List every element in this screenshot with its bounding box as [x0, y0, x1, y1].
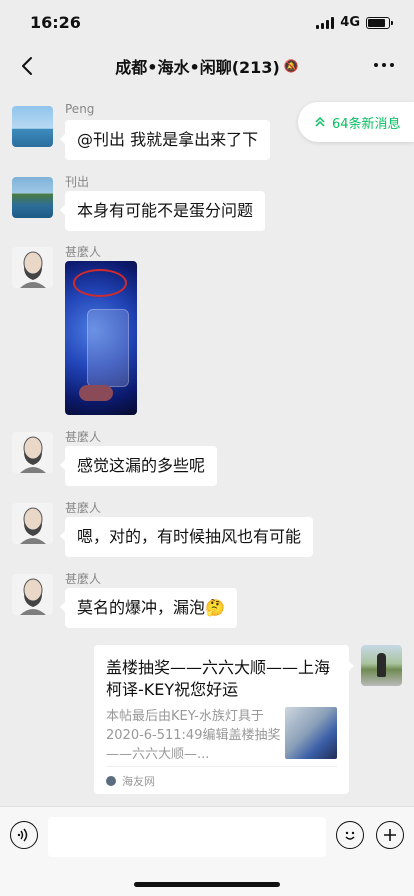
status-time: 16:26: [30, 13, 81, 32]
message-input[interactable]: [48, 817, 326, 857]
chat-title: 成都•海水•闲聊(213): [115, 58, 280, 77]
link-card[interactable]: 盖楼抽奖——六六大顺——上海柯译-KEY祝您好运 本帖最后由KEY-水族灯具于2…: [94, 645, 354, 794]
avatar[interactable]: [12, 247, 53, 288]
battery-icon: [366, 16, 393, 29]
message-bubble[interactable]: 感觉这漏的多些呢: [59, 446, 218, 486]
double-chevron-up-icon: [315, 116, 325, 127]
sender-name: 甚麼人: [65, 501, 102, 515]
sender-name: 甚麼人: [65, 245, 102, 259]
more-functions-button[interactable]: [376, 821, 404, 849]
new-messages-label: 64条新消息: [332, 116, 401, 132]
new-messages-button[interactable]: 64条新消息: [298, 102, 414, 142]
back-button[interactable]: [14, 52, 42, 80]
sender-name: 甚麼人: [65, 572, 102, 586]
link-card-description: 本帖最后由KEY-水族灯具于2020-6-511:49编辑盖楼抽奖——六六大顺—…: [106, 709, 281, 762]
chevron-left-icon: [22, 57, 32, 75]
portrait-icon: [20, 436, 46, 473]
plus-icon: [384, 829, 396, 841]
status-bar: 16:26 4G: [0, 0, 414, 44]
home-indicator[interactable]: [134, 882, 280, 887]
message-bubble[interactable]: 本身有可能不是蛋分问题: [59, 191, 266, 231]
sender-name: Peng: [65, 102, 95, 116]
message-bubble[interactable]: @刊出 我就是拿出来了下: [59, 120, 271, 160]
chat-title-wrap: 成都•海水•闲聊(213) 🔕: [115, 54, 298, 78]
avatar[interactable]: [12, 574, 53, 615]
message-bubble[interactable]: 莫名的爆冲，漏泡🤔: [60, 588, 237, 628]
chat-header: 成都•海水•闲聊(213) 🔕: [0, 44, 414, 88]
portrait-icon: [20, 578, 46, 615]
link-card-thumbnail: [285, 707, 337, 759]
link-card-body: 本帖最后由KEY-水族灯具于2020-6-511:49编辑盖楼抽奖——六六大顺—…: [106, 707, 337, 763]
avatar[interactable]: [12, 432, 53, 473]
source-name: 海友网: [122, 774, 155, 788]
portrait-icon: [20, 507, 46, 544]
sender-name: 甚麼人: [65, 430, 102, 444]
link-card-source: 海友网: [106, 766, 337, 794]
source-icon: [106, 775, 116, 786]
status-indicators: 4G: [316, 15, 393, 30]
signal-icon: [316, 16, 335, 29]
mute-icon: 🔕: [283, 59, 299, 73]
link-card-title: 盖楼抽奖——六六大顺——上海柯译-KEY祝您好运: [106, 658, 331, 699]
avatar[interactable]: [12, 503, 53, 544]
sender-name: 刊出: [65, 175, 90, 189]
emoji-button[interactable]: [336, 821, 364, 849]
avatar[interactable]: [12, 106, 53, 147]
voice-icon: [17, 828, 28, 842]
message-image[interactable]: [65, 261, 137, 415]
smiley-icon: [345, 831, 355, 840]
voice-input-button[interactable]: [10, 821, 38, 849]
more-options-button[interactable]: [374, 63, 394, 67]
avatar[interactable]: [12, 177, 53, 218]
network-type: 4G: [340, 15, 360, 30]
portrait-icon: [20, 251, 46, 288]
my-avatar[interactable]: [361, 645, 402, 686]
message-bubble[interactable]: 嗯，对的，有时候抽风也有可能: [59, 517, 314, 557]
